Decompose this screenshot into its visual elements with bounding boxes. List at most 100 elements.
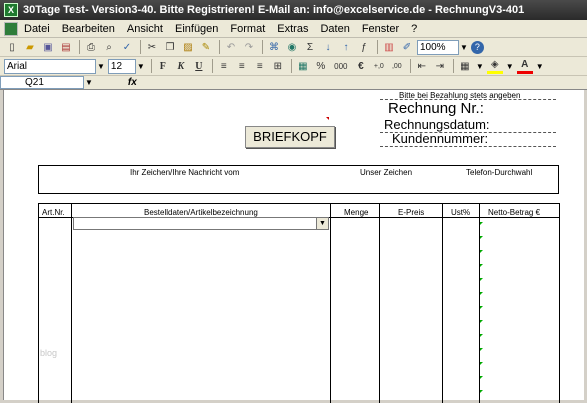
green-triangle-marker bbox=[480, 264, 483, 267]
currency-icon[interactable]: ▦ bbox=[295, 58, 311, 74]
font-size-select[interactable]: 12 bbox=[107, 58, 136, 74]
borders-dropdown-icon[interactable]: ▼ bbox=[476, 62, 484, 71]
green-triangle-marker bbox=[480, 320, 483, 323]
font-color-dropdown-icon[interactable]: ▼ bbox=[536, 62, 544, 71]
col-netto-betrag: Netto-Betrag € bbox=[488, 208, 541, 217]
help-icon[interactable]: ? bbox=[470, 40, 484, 54]
green-triangle-marker bbox=[480, 222, 483, 225]
col-e-preis: E-Preis bbox=[398, 208, 425, 217]
comment-indicator bbox=[326, 117, 329, 120]
menu-bar: Datei Bearbeiten Ansicht Einfügen Format… bbox=[0, 20, 587, 38]
sort-ascending-icon[interactable]: ↓ bbox=[320, 39, 336, 55]
col-menge: Menge bbox=[344, 208, 369, 217]
invoice-table bbox=[38, 203, 559, 403]
green-triangle-marker bbox=[480, 236, 483, 239]
chart-wizard-icon[interactable]: ▥ bbox=[381, 39, 397, 55]
zoom-dropdown-icon[interactable]: ▼ bbox=[460, 43, 468, 52]
align-left-icon[interactable]: ≡ bbox=[216, 58, 232, 74]
green-triangle-marker bbox=[480, 306, 483, 309]
cut-icon[interactable]: ✂ bbox=[144, 39, 160, 55]
menu-daten[interactable]: Daten bbox=[320, 23, 349, 35]
function-icon[interactable]: ƒ bbox=[356, 39, 372, 55]
title-bar: X 30Tage Test- Version3-40. Bitte Regist… bbox=[0, 0, 587, 20]
green-triangle-marker bbox=[480, 390, 483, 393]
undo-icon[interactable]: ↶ bbox=[223, 39, 239, 55]
telefon-durchwahl-label: Telefon-Durchwahl bbox=[466, 168, 533, 177]
increase-indent-icon[interactable]: ⇥ bbox=[432, 58, 448, 74]
increase-decimal-icon[interactable]: +,0 bbox=[371, 58, 387, 74]
save-icon[interactable]: ▣ bbox=[40, 39, 56, 55]
green-triangle-marker bbox=[480, 292, 483, 295]
paste-icon[interactable]: ▨ bbox=[180, 39, 196, 55]
article-dropdown[interactable]: ▼ bbox=[73, 217, 329, 230]
print-preview-icon[interactable]: ⌕ bbox=[101, 39, 117, 55]
name-box-dropdown-icon[interactable]: ▼ bbox=[85, 78, 93, 87]
green-triangle-marker bbox=[480, 376, 483, 379]
worksheet[interactable]: Bitte bei Bezahlung stets angeben Rechnu… bbox=[3, 90, 584, 403]
percent-button[interactable]: % bbox=[313, 58, 329, 74]
format-painter-icon[interactable]: ✎ bbox=[198, 39, 214, 55]
hyperlink-icon[interactable]: ⌘ bbox=[266, 39, 282, 55]
workbook-icon[interactable] bbox=[4, 21, 18, 36]
decrease-indent-icon[interactable]: ⇤ bbox=[414, 58, 430, 74]
green-triangle-marker bbox=[480, 334, 483, 337]
rechnungsdatum-label: Rechnungsdatum: bbox=[384, 117, 490, 132]
align-right-icon[interactable]: ≡ bbox=[252, 58, 268, 74]
menu-ansicht[interactable]: Ansicht bbox=[127, 23, 163, 35]
redo-icon[interactable]: ↷ bbox=[241, 39, 257, 55]
menu-format[interactable]: Format bbox=[230, 23, 265, 35]
green-triangle-marker bbox=[480, 362, 483, 365]
rechnung-nr-label: Rechnung Nr.: bbox=[388, 100, 484, 117]
drawing-icon[interactable]: ✐ bbox=[399, 39, 415, 55]
fill-dropdown-icon[interactable]: ▼ bbox=[506, 62, 514, 71]
font-color-icon[interactable]: A bbox=[516, 58, 533, 74]
underline-button[interactable]: U bbox=[191, 58, 207, 74]
kundennummer-label: Kundennummer: bbox=[392, 131, 489, 146]
menu-help[interactable]: ? bbox=[411, 23, 417, 35]
copy-icon[interactable]: ❐ bbox=[162, 39, 178, 55]
green-triangle-marker bbox=[480, 278, 483, 281]
watermark-text: blog bbox=[40, 348, 58, 358]
size-dropdown-icon[interactable]: ▼ bbox=[137, 62, 145, 71]
thousands-button[interactable]: 000 bbox=[331, 58, 351, 74]
menu-extras[interactable]: Extras bbox=[277, 23, 308, 35]
spelling-icon[interactable]: ✓ bbox=[119, 39, 135, 55]
sort-descending-icon[interactable]: ↑ bbox=[338, 39, 354, 55]
align-center-icon[interactable]: ≡ bbox=[234, 58, 250, 74]
menu-einfuegen[interactable]: Einfügen bbox=[175, 23, 218, 35]
menu-datei[interactable]: Datei bbox=[24, 23, 50, 35]
euro-button[interactable]: € bbox=[353, 58, 369, 74]
col-art-nr: Art.Nr. bbox=[42, 208, 65, 217]
menu-fenster[interactable]: Fenster bbox=[362, 23, 399, 35]
decrease-decimal-icon[interactable]: ,00 bbox=[389, 58, 405, 74]
green-triangle-marker bbox=[480, 348, 483, 351]
excel-app-icon: X bbox=[4, 3, 18, 17]
autosum-icon[interactable]: Σ bbox=[302, 39, 318, 55]
col-bestelldaten: Bestelldaten/Artikelbezeichnung bbox=[144, 208, 258, 217]
new-icon[interactable]: ▯ bbox=[4, 39, 20, 55]
briefkopf-button[interactable]: BRIEFKOPF bbox=[245, 126, 335, 148]
permission-icon[interactable]: ▤ bbox=[58, 39, 74, 55]
unser-zeichen-label: Unser Zeichen bbox=[360, 168, 413, 177]
menu-bearbeiten[interactable]: Bearbeiten bbox=[62, 23, 115, 35]
borders-icon[interactable]: ▦ bbox=[457, 58, 473, 74]
col-ust: Ust% bbox=[451, 208, 471, 217]
fx-icon[interactable]: fx bbox=[128, 77, 137, 88]
standard-toolbar: ▯ ▰ ▣ ▤ ⎙ ⌕ ✓ ✂ ❐ ▨ ✎ ↶ ↷ ⌘ ◉ Σ ↓ ↑ ƒ ▥ … bbox=[0, 38, 587, 57]
research-icon[interactable]: ◉ bbox=[284, 39, 300, 55]
zoom-select[interactable]: 100% bbox=[417, 39, 459, 55]
italic-button[interactable]: K bbox=[173, 58, 189, 74]
dropdown-arrow-icon[interactable]: ▼ bbox=[316, 218, 328, 229]
name-box[interactable]: Q21 bbox=[0, 76, 84, 89]
merge-center-icon[interactable]: ⊞ bbox=[270, 58, 286, 74]
font-select[interactable]: Arial bbox=[4, 58, 96, 74]
ihr-zeichen-label: Ihr Zeichen/Ihre Nachricht vom bbox=[130, 168, 240, 177]
formula-bar: Q21 ▼ fx bbox=[0, 76, 587, 90]
open-icon[interactable]: ▰ bbox=[22, 39, 38, 55]
print-icon[interactable]: ⎙ bbox=[83, 39, 99, 55]
bold-button[interactable]: F bbox=[155, 58, 171, 74]
formatting-toolbar: Arial ▼ 12 ▼ F K U ≡ ≡ ≡ ⊞ ▦ % 000 € +,0… bbox=[0, 57, 587, 76]
fill-color-icon[interactable]: ◈ bbox=[486, 58, 503, 74]
window-title: 30Tage Test- Version3-40. Bitte Registri… bbox=[23, 4, 525, 16]
font-dropdown-icon[interactable]: ▼ bbox=[97, 62, 105, 71]
